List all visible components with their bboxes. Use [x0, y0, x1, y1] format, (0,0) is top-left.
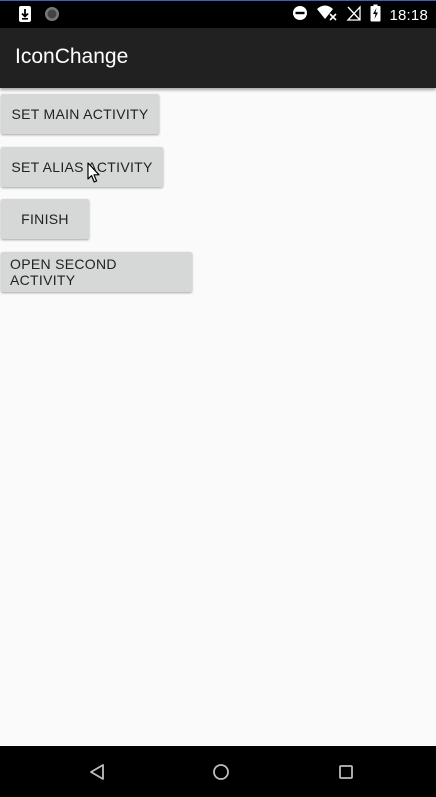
navigation-bar — [0, 746, 436, 797]
screen: 18:18 IconChange SET MAIN ACTIVITY SET A… — [0, 0, 436, 797]
battery-charging-icon — [370, 4, 381, 27]
do-not-disturb-icon — [292, 5, 308, 26]
back-icon[interactable] — [86, 760, 110, 784]
home-icon[interactable] — [209, 760, 233, 784]
mouse-cursor-icon — [87, 162, 101, 184]
no-signal-icon — [346, 4, 362, 27]
recents-icon[interactable] — [334, 760, 358, 784]
status-bar: 18:18 — [0, 0, 436, 28]
set-alias-activity-button[interactable]: SET ALIAS ACTIVITY — [1, 147, 163, 187]
open-second-activity-button[interactable]: OPEN SECOND ACTIVITY — [1, 252, 192, 292]
wifi-icon — [316, 4, 338, 27]
download-icon — [18, 5, 32, 28]
status-bar-right: 18:18 — [292, 4, 428, 26]
finish-button[interactable]: FINISH — [1, 199, 89, 239]
app-bar: IconChange — [0, 28, 436, 88]
main-content: SET MAIN ACTIVITY SET ALIAS ACTIVITY FIN… — [0, 89, 436, 746]
set-main-activity-button[interactable]: SET MAIN ACTIVITY — [1, 94, 159, 134]
clock: 18:18 — [389, 6, 428, 24]
app-title: IconChange — [15, 45, 129, 68]
status-bar-left — [18, 5, 60, 28]
sync-icon — [44, 6, 60, 27]
